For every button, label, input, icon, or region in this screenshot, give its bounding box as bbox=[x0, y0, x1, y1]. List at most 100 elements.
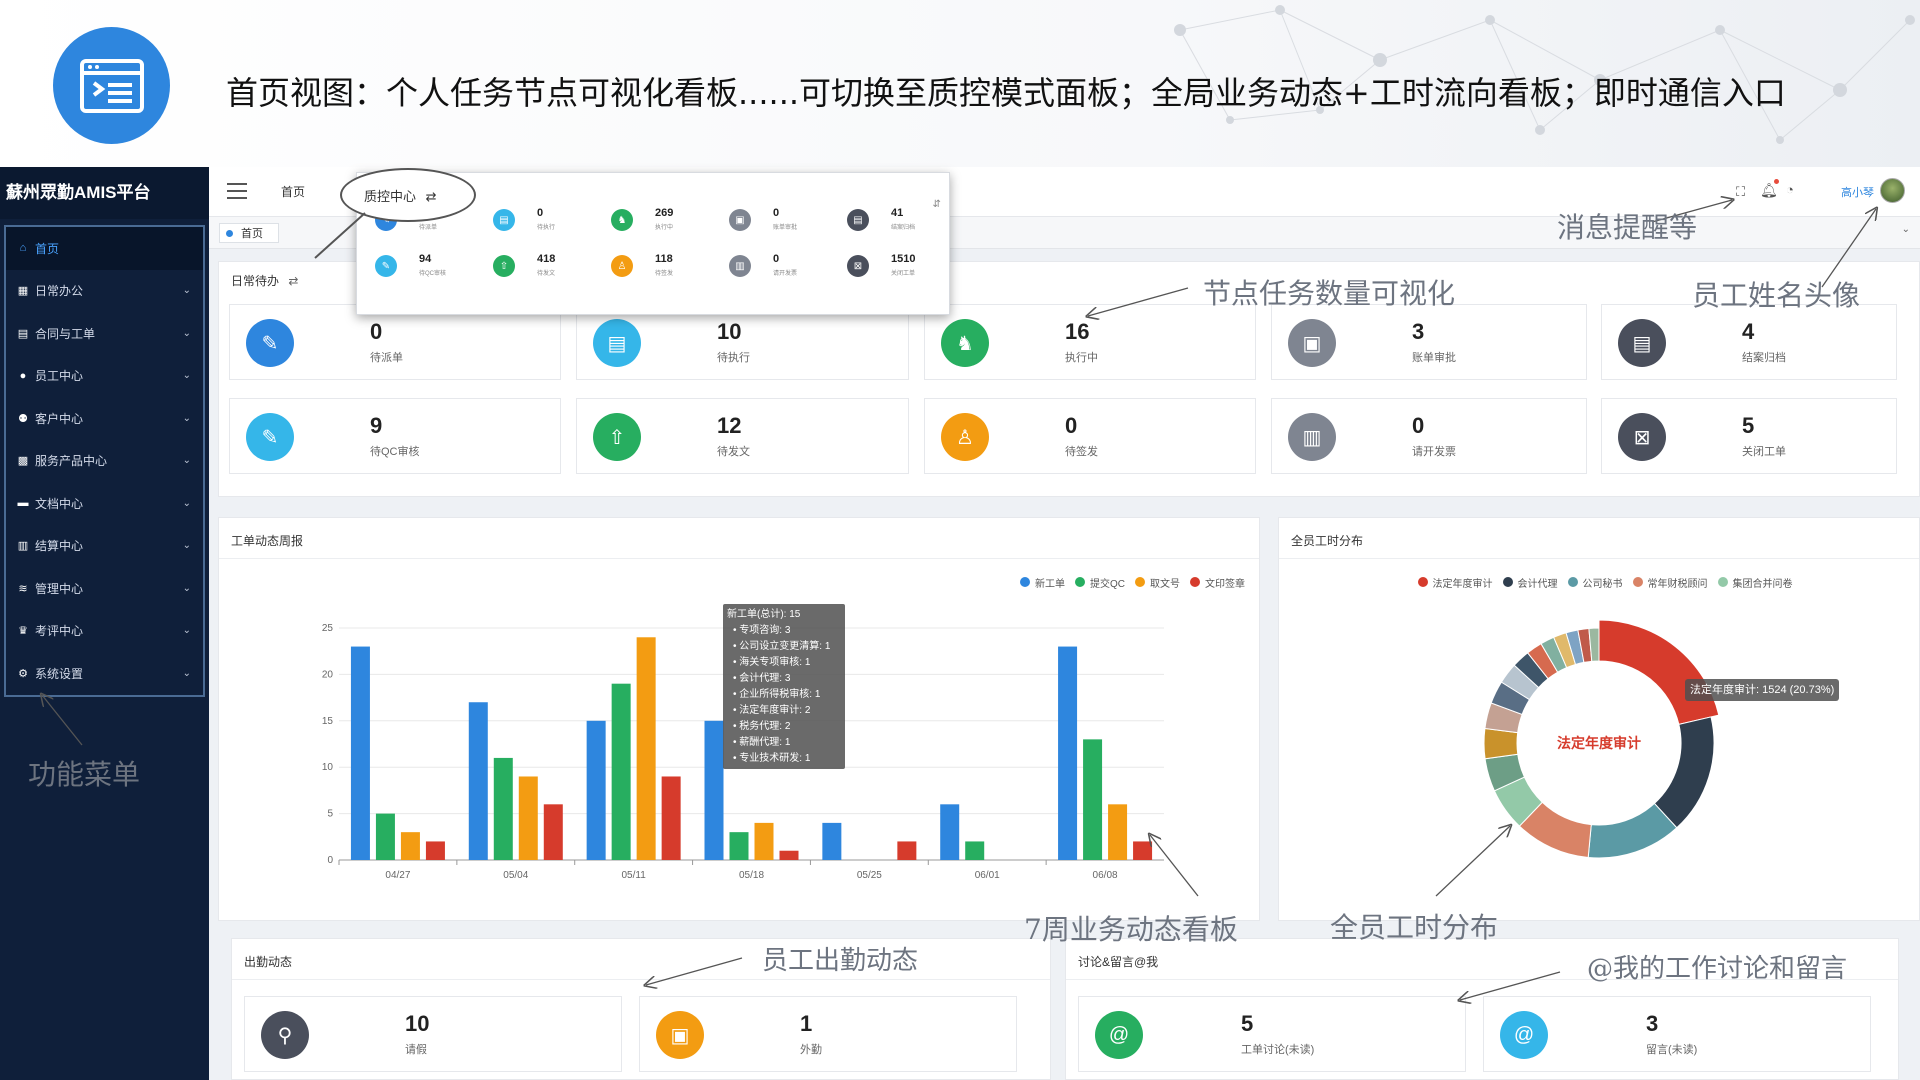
stat-card[interactable]: @5 工单讨论(未读) bbox=[1078, 996, 1466, 1072]
stat-card[interactable]: ▥ 0 请开发票 bbox=[1271, 398, 1587, 474]
stat-card[interactable]: ▤ 4 结案归档 bbox=[1601, 304, 1897, 380]
slide-header: 首页视图：个人任务节点可视化看板......可切换至质控模式面板；全局业务动态+… bbox=[0, 0, 1920, 167]
bell-icon[interactable]: 🔔︎ bbox=[1760, 182, 1778, 199]
bar[interactable] bbox=[704, 720, 724, 860]
hamburger-icon[interactable] bbox=[227, 183, 247, 199]
stat-card[interactable]: ▣ 1 外勤 bbox=[639, 996, 1017, 1072]
stat-card[interactable]: ⚲ 10 请假 bbox=[244, 996, 622, 1072]
popup-cell[interactable]: ⊠ 1510 关闭工单 bbox=[835, 247, 945, 283]
bar[interactable] bbox=[754, 822, 774, 860]
bar[interactable] bbox=[897, 841, 917, 860]
bar[interactable] bbox=[1083, 739, 1103, 860]
pie-slice[interactable] bbox=[1483, 727, 1519, 760]
popup-cell[interactable]: ▣ 0 账单审批 bbox=[717, 201, 827, 237]
card-label: 关闭工单 bbox=[1742, 446, 1786, 458]
card-value: 10 bbox=[717, 319, 742, 344]
tab-home[interactable]: 首页 bbox=[219, 223, 279, 243]
qc-center-switch[interactable]: 质控中心 ⇄ bbox=[364, 186, 437, 205]
bar[interactable] bbox=[350, 646, 370, 860]
card-label: 请开发票 bbox=[1412, 446, 1456, 458]
tab-menu-chevron-icon[interactable]: ⌄ bbox=[1902, 224, 1910, 235]
bar[interactable] bbox=[468, 702, 488, 860]
bar[interactable] bbox=[636, 637, 656, 860]
sidebar-item[interactable]: ● 员工中心 ⌄ bbox=[6, 355, 203, 398]
tooltip-line: • 专项咨询: 3 bbox=[733, 625, 791, 636]
bar[interactable] bbox=[779, 850, 799, 860]
callout-pointer bbox=[314, 212, 366, 259]
avatar[interactable] bbox=[1880, 178, 1905, 203]
popup-cell-icon: ♞ bbox=[611, 209, 633, 231]
popup-cell[interactable]: ▤ 0 待执行 bbox=[481, 201, 591, 237]
popup-cell-value: 269 bbox=[655, 207, 674, 219]
bar[interactable] bbox=[822, 822, 842, 860]
sidebar-item[interactable]: ⚉ 客户中心 ⌄ bbox=[6, 397, 203, 440]
popup-cell-value: 0 bbox=[773, 253, 780, 265]
sidebar-item[interactable]: ▥ 结算中心 ⌄ bbox=[6, 525, 203, 568]
y-tick-label: 10 bbox=[322, 762, 334, 773]
card-icon: ▥ bbox=[1288, 413, 1336, 461]
stat-card[interactable]: ⊠ 5 关闭工单 bbox=[1601, 398, 1897, 474]
bar[interactable] bbox=[543, 804, 563, 860]
theme-icon[interactable]: ◔ bbox=[1786, 182, 1794, 197]
sidebar-item[interactable]: ♛ 考评中心 ⌄ bbox=[6, 610, 203, 653]
layers-icon: ≋ bbox=[18, 582, 28, 595]
bar[interactable] bbox=[400, 832, 420, 860]
stat-card[interactable]: ✎ 0 待派单 bbox=[229, 304, 561, 380]
daily-todo-label: 日常待办 bbox=[231, 274, 280, 288]
bar[interactable] bbox=[1133, 841, 1153, 860]
bar[interactable] bbox=[586, 720, 606, 860]
y-tick-label: 20 bbox=[322, 669, 334, 680]
bar[interactable] bbox=[940, 804, 960, 860]
bar[interactable] bbox=[661, 776, 681, 860]
switch-icon: ⇄ bbox=[425, 189, 437, 204]
pie-slice[interactable] bbox=[1653, 716, 1715, 829]
card-label: 待签发 bbox=[1065, 446, 1098, 458]
card-icon: @ bbox=[1095, 1011, 1143, 1059]
card-icon: ♞ bbox=[941, 319, 989, 367]
popup-cell[interactable]: ⇧ 418 待发文 bbox=[481, 247, 591, 283]
switch-icon[interactable]: ⇄ bbox=[288, 274, 298, 288]
popup-cell[interactable]: ▥ 0 请开发票 bbox=[717, 247, 827, 283]
stat-card[interactable]: ▣ 3 账单审批 bbox=[1271, 304, 1587, 380]
bar[interactable] bbox=[1108, 804, 1128, 860]
x-tick-label: 06/01 bbox=[975, 870, 1000, 881]
stat-card[interactable]: ✎ 9 待QC审核 bbox=[229, 398, 561, 474]
card-icon: ⇧ bbox=[593, 413, 641, 461]
fullscreen-icon[interactable]: ⛶ bbox=[1736, 184, 1745, 200]
chevron-down-icon: ⌄ bbox=[182, 667, 191, 679]
bar[interactable] bbox=[493, 757, 513, 860]
bar[interactable] bbox=[1058, 646, 1078, 860]
popup-cell[interactable]: ♙ 118 待签发 bbox=[599, 247, 709, 283]
bar[interactable] bbox=[729, 832, 749, 860]
chevron-down-icon: ⌄ bbox=[182, 497, 191, 509]
stat-card[interactable]: ♞ 16 执行中 bbox=[924, 304, 1256, 380]
popup-cell[interactable]: ▤ 41 结案归档 bbox=[835, 201, 945, 237]
popup-cell-label: 待签发 bbox=[655, 271, 674, 277]
breadcrumb[interactable]: 首页 bbox=[281, 183, 305, 200]
bar[interactable] bbox=[375, 813, 395, 860]
sidebar-item[interactable]: ▤ 合同与工单 ⌄ bbox=[6, 312, 203, 355]
sidebar-item[interactable]: ▬ 文档中心 ⌄ bbox=[6, 482, 203, 525]
pie-slice[interactable] bbox=[1598, 619, 1720, 726]
card-value: 12 bbox=[717, 413, 742, 438]
sidebar-item[interactable]: ⚙ 系统设置 ⌄ bbox=[6, 652, 203, 695]
bar[interactable] bbox=[425, 841, 445, 860]
tooltip-line: • 专业技术研发: 1 bbox=[733, 753, 811, 764]
stat-card[interactable]: ⇧ 12 待发文 bbox=[576, 398, 909, 474]
sidebar-item[interactable]: ▩ 服务产品中心 ⌄ bbox=[6, 440, 203, 483]
sidebar-item[interactable]: ≋ 管理中心 ⌄ bbox=[6, 567, 203, 610]
stat-card[interactable]: ♙ 0 待签发 bbox=[924, 398, 1256, 474]
workhours-donut-chart: 法定年度审计 bbox=[1483, 619, 1720, 859]
sidebar-item[interactable]: ⌂ 首页 bbox=[6, 227, 203, 270]
username[interactable]: 高小琴 bbox=[1841, 184, 1874, 200]
stat-card[interactable]: ▤ 10 待执行 bbox=[576, 304, 909, 380]
popup-cell-value: 94 bbox=[419, 253, 432, 265]
bar[interactable] bbox=[611, 683, 631, 860]
bar[interactable] bbox=[965, 841, 985, 860]
card-icon: ♙ bbox=[941, 413, 989, 461]
bar[interactable] bbox=[518, 776, 538, 860]
popup-cell-value: 0 bbox=[537, 207, 544, 219]
sidebar-item[interactable]: ▦ 日常办公 ⌄ bbox=[6, 270, 203, 313]
popup-cell[interactable]: ♞ 269 执行中 bbox=[599, 201, 709, 237]
stat-card[interactable]: @3 留言(未读) bbox=[1483, 996, 1871, 1072]
